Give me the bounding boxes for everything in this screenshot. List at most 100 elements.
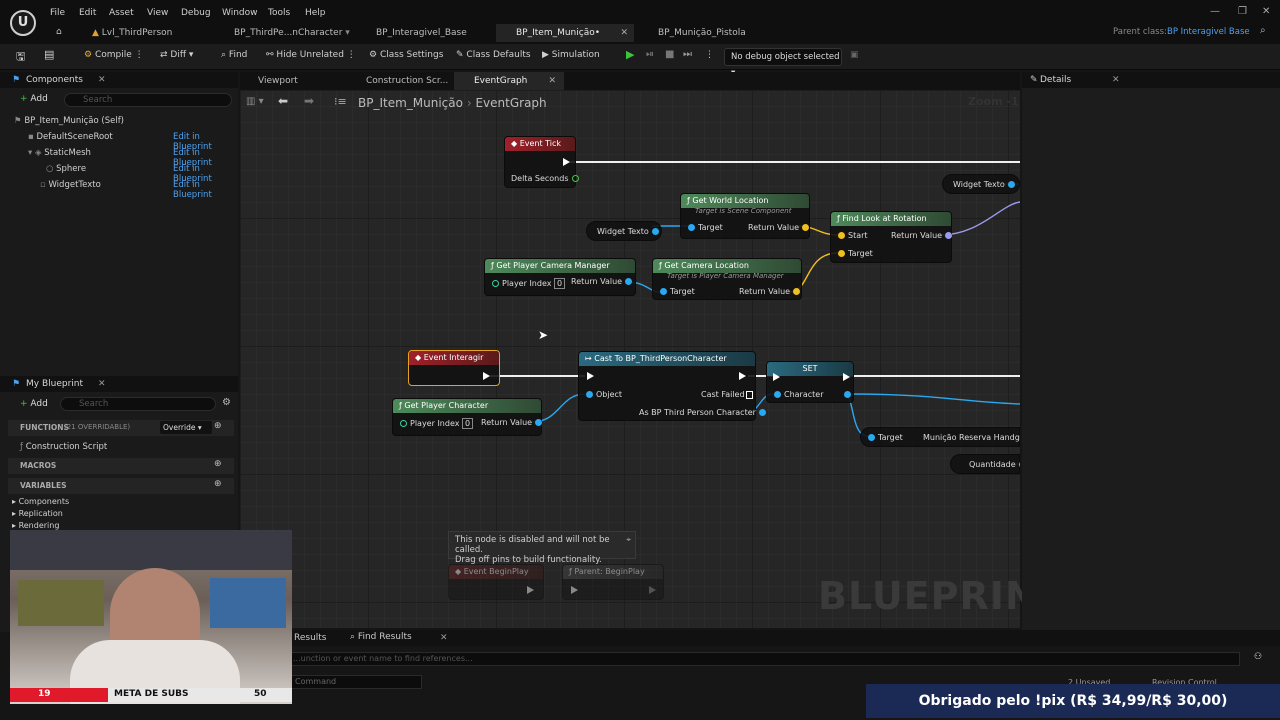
node-set-character[interactable]: SET Character (766, 361, 854, 403)
components-header: ⚑ Components ✕ (0, 72, 238, 88)
close-window-icon[interactable]: ✕ (1262, 6, 1270, 17)
class-defaults-button[interactable]: ✎ Class Defaults (456, 50, 531, 60)
hide-unrelated-button[interactable]: ⚯ Hide Unrelated ⋮ (266, 50, 356, 60)
menu-edit[interactable]: Edit (79, 8, 96, 18)
menu-debug[interactable]: Debug (181, 8, 211, 18)
var-category-rendering[interactable]: ▸ Rendering (12, 521, 59, 530)
my-blueprint-header: ⚑ My Blueprint ✕ (0, 376, 238, 392)
minimize-icon[interactable]: — (1210, 6, 1220, 17)
var-category-components[interactable]: ▸ Components (12, 497, 69, 506)
construction-script-item[interactable]: ƒ Construction Script (20, 442, 107, 452)
component-defaultsceneroot[interactable]: ▪ DefaultSceneRoot (28, 132, 113, 142)
diff-button[interactable]: ⇄ Diff ▾ (160, 50, 193, 60)
pin-icon[interactable]: ⌖ (626, 535, 631, 545)
command-input[interactable]: Command (288, 675, 422, 689)
component-widgettexto[interactable]: ▫ WidgetTexto (40, 180, 101, 190)
tab-bp-interagivel[interactable]: BP_Interagivel_Base (360, 24, 490, 42)
stop-icon[interactable]: ■ (665, 49, 674, 60)
node-parent-beginplay-disabled[interactable]: ƒ Parent: BeginPlay (562, 564, 664, 600)
add-macro-icon[interactable]: ⊕ (214, 459, 222, 469)
add-component-button[interactable]: + Add (20, 94, 48, 104)
skip-icon[interactable]: ⏭ (683, 49, 692, 60)
add-variable-icon[interactable]: ⊕ (214, 479, 222, 489)
gear-icon[interactable]: ⚙ (222, 397, 231, 408)
component-sphere[interactable]: ○ Sphere (46, 164, 86, 174)
close-my-blueprint-icon[interactable]: ✕ (98, 376, 106, 392)
node-widget-texto-getter[interactable]: Widget Texto (586, 221, 662, 241)
menu-tools[interactable]: Tools (268, 8, 290, 18)
functions-section[interactable]: FUNCTIONS (21 OVERRIDABLE) Override ▾ ⊕ (8, 420, 234, 436)
var-category-replication[interactable]: ▸ Replication (12, 509, 63, 518)
tab-compiler-results[interactable]: Results (294, 633, 327, 643)
play-icon[interactable]: ▶ (626, 48, 634, 61)
close-icon[interactable]: ✕ (548, 72, 556, 90)
menu-help[interactable]: Help (305, 8, 326, 18)
close-components-icon[interactable]: ✕ (98, 72, 106, 88)
forward-arrow-icon[interactable]: ➡ (304, 94, 314, 108)
node-get-player-character[interactable]: ƒ Get Player Character Player Index 0 Re… (392, 398, 543, 436)
plus-icon: + (20, 399, 28, 409)
search-icon[interactable]: ⌕ (1260, 25, 1266, 36)
component-staticmesh[interactable]: ▾ ◈ StaticMesh (28, 148, 91, 158)
tab-find-results[interactable]: ⌕ Find Results (350, 632, 412, 642)
compile-button[interactable]: ⚙ Compile ⋮ (84, 50, 144, 60)
close-details-icon[interactable]: ✕ (1112, 75, 1120, 85)
step-icon[interactable]: ⏯ (646, 49, 654, 60)
node-quantidade[interactable]: Quantidade (950, 454, 1020, 474)
function-icon: ƒ (399, 401, 402, 410)
breadcrumb-bp[interactable]: BP_Item_Munição (358, 96, 463, 110)
tab-level[interactable]: ▲ Lvl_ThirdPerson (76, 24, 216, 42)
graph-list-icon[interactable]: ▥ ▾ (246, 96, 264, 107)
find-button[interactable]: ⌕ Find (221, 50, 247, 60)
add-member-button[interactable]: + Add (20, 399, 48, 409)
binoculars-icon[interactable]: ⚇ (1254, 652, 1262, 662)
tab-bp-thirdperson[interactable]: BP_ThirdPe...nCharacter ▾ (220, 24, 350, 42)
node-get-camera-location[interactable]: ƒ Get Camera Location Target is Player C… (652, 258, 802, 300)
details-header: ✎ Details ✕ (1022, 72, 1280, 88)
close-find-results-icon[interactable]: ✕ (440, 633, 448, 643)
tab-bp-municao-pistola[interactable]: BP_Munição_Pistola (640, 24, 770, 42)
save-icon[interactable]: 🖫 (16, 48, 25, 67)
node-municao-reserva-handgun[interactable]: Target Munição Reserva Handgun (860, 427, 1020, 447)
close-icon[interactable]: ✕ (620, 24, 628, 42)
webcam-banner (10, 530, 292, 570)
pin-delta-seconds[interactable]: Delta Seconds (511, 174, 582, 183)
node-event-tick[interactable]: ◆ Event Tick Delta Seconds (504, 136, 579, 188)
class-settings-button[interactable]: ⚙ Class Settings (369, 50, 443, 60)
menu-asset[interactable]: Asset (109, 8, 134, 18)
edit-in-blueprint-link[interactable]: Edit in Blueprint (173, 180, 238, 200)
variables-section[interactable]: VARIABLES ⊕ (8, 478, 234, 494)
more-options-icon[interactable]: ⋮ (705, 50, 714, 60)
menu-file[interactable]: File (50, 8, 65, 18)
override-dropdown[interactable]: Override ▾ (160, 421, 212, 434)
tab-eventgraph[interactable]: EventGraph ✕ (454, 72, 564, 90)
components-search-input[interactable]: Search (64, 93, 232, 107)
home-icon[interactable]: ⌂ (56, 27, 62, 37)
add-function-icon[interactable]: ⊕ (214, 421, 222, 431)
find-references-input[interactable]: ...unction or event name to find referen… (288, 652, 1240, 666)
macros-section[interactable]: MACROS ⊕ (8, 458, 234, 474)
component-self[interactable]: ⚑ BP_Item_Munição (Self) (14, 116, 124, 126)
node-find-look-at-rotation[interactable]: ƒ Find Look at Rotation Start Target Ret… (830, 211, 953, 263)
node-event-interagir[interactable]: ◆ Event Interagir (408, 350, 500, 386)
node-event-beginplay-disabled[interactable]: ◆ Event BeginPlay (448, 564, 544, 600)
node-cast-to-bp-thirdpersoncharacter[interactable]: ↦ Cast To BP_ThirdPersonCharacter Object… (578, 351, 766, 421)
my-blueprint-search-input[interactable]: Search (60, 397, 216, 411)
browse-icon[interactable]: ▤ (44, 48, 54, 61)
simulation-button[interactable]: ▶ Simulation (542, 50, 600, 60)
debug-object-select[interactable]: No debug object selected ▾ (724, 48, 842, 78)
unreal-logo-icon[interactable]: U (10, 10, 36, 36)
tab-construction-script[interactable]: Construction Scr... (352, 72, 452, 90)
disabled-node-tooltip: This node is disabled and will not be ca… (448, 531, 636, 565)
tab-bp-item-municao[interactable]: BP_Item_Munição• ✕ (496, 24, 634, 42)
tab-viewport[interactable]: Viewport (246, 72, 346, 90)
node-get-world-location[interactable]: ƒ Get World Location Target is Scene Com… (680, 193, 810, 239)
parent-class-link[interactable]: BP Interagivel Base (1167, 27, 1250, 37)
node-widget-texto-getter[interactable]: Widget Texto (942, 174, 1020, 194)
menu-window[interactable]: Window (222, 8, 258, 18)
restore-icon[interactable]: ❐ (1238, 6, 1247, 17)
menu-view[interactable]: View (147, 8, 168, 18)
back-arrow-icon[interactable]: ⬅ (278, 94, 288, 108)
debug-filter-icon[interactable]: ▣ (850, 50, 859, 60)
node-get-player-camera-manager[interactable]: ƒ Get Player Camera Manager Player Index… (484, 258, 636, 296)
